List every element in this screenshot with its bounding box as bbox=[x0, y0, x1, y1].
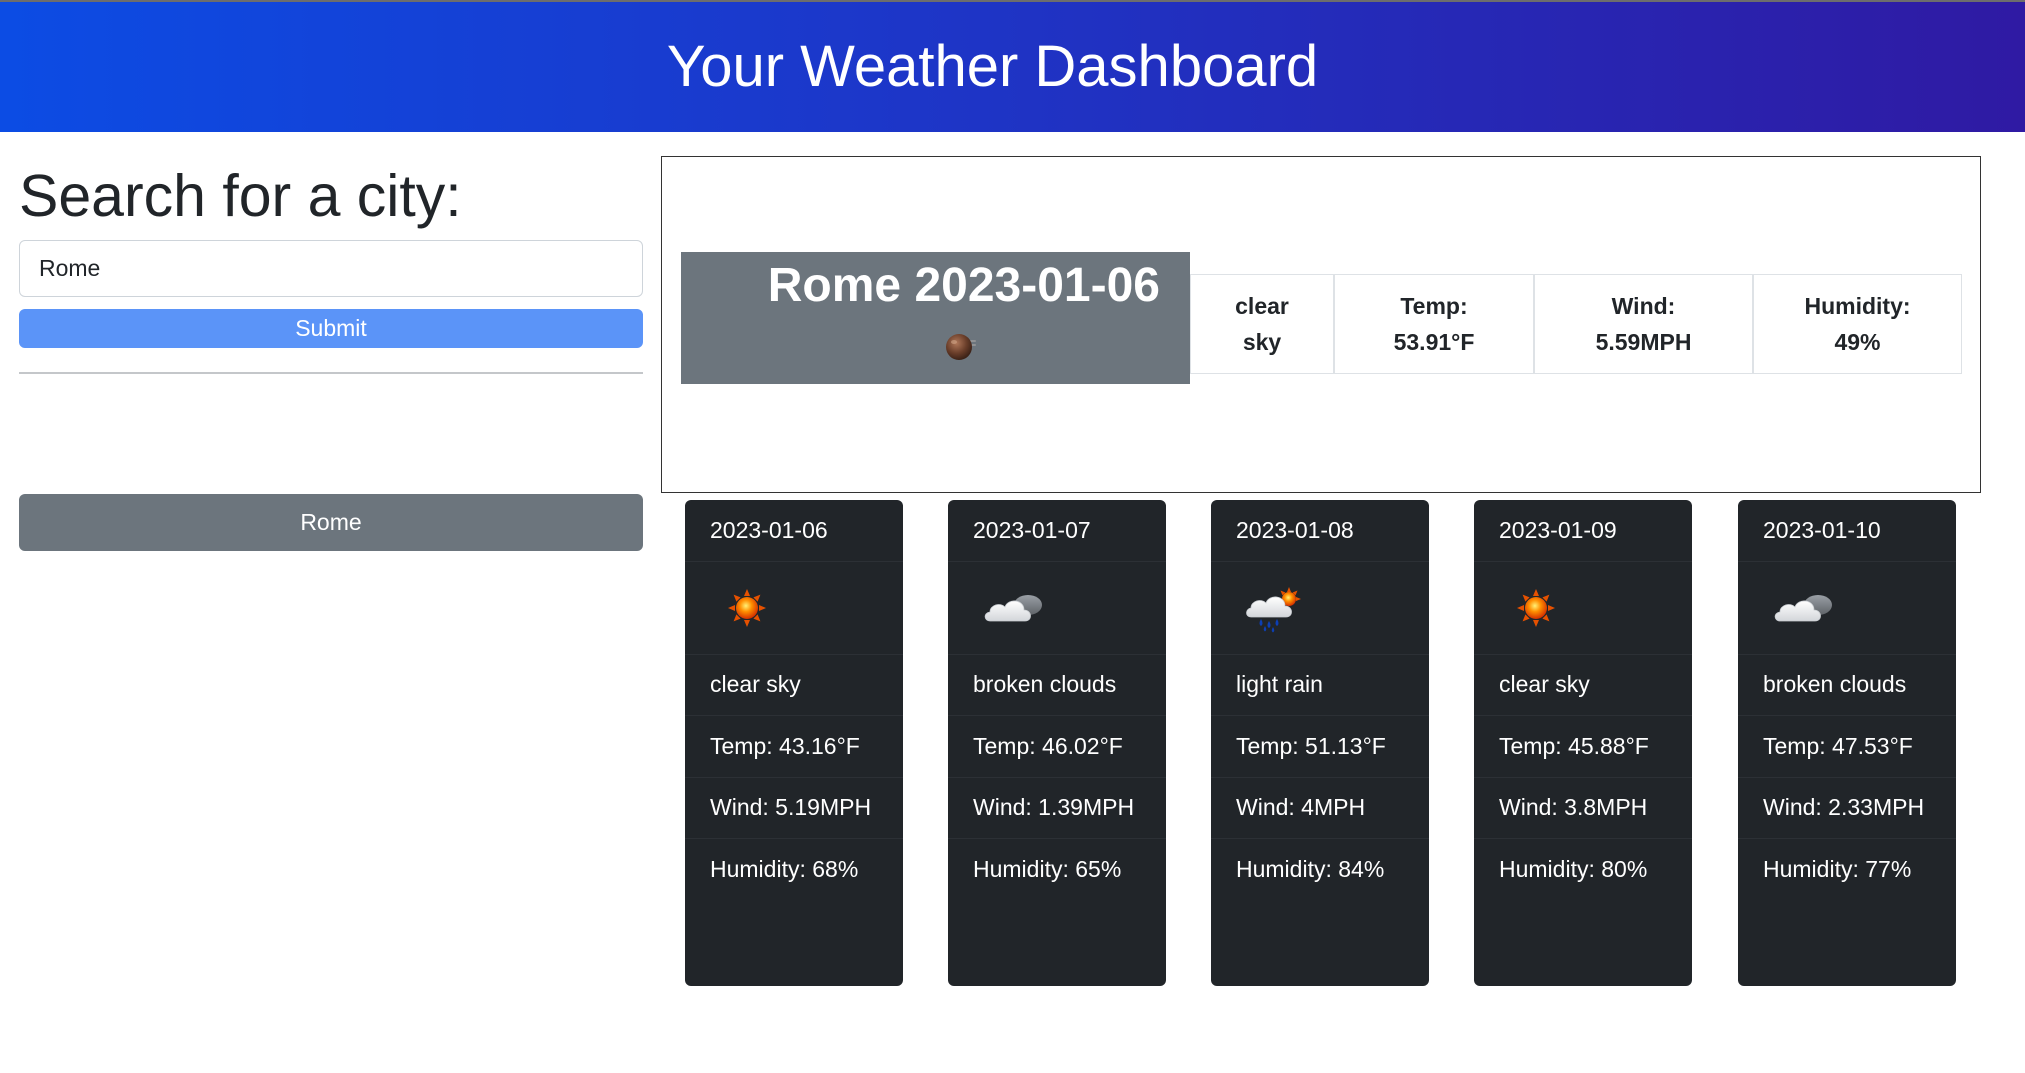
moon-haze-icon bbox=[943, 328, 979, 364]
current-humidity-label: Humidity: bbox=[1804, 293, 1911, 319]
current-city-date: Rome 2023-01-06 bbox=[767, 259, 1160, 312]
current-wind-label: Wind: bbox=[1611, 293, 1676, 319]
current-wind: Wind: 5.59MPH bbox=[1534, 274, 1753, 374]
forecast-icon-row bbox=[1474, 562, 1692, 655]
forecast-description: broken clouds bbox=[948, 655, 1166, 716]
forecast-wind: Wind: 3.8MPH bbox=[1474, 778, 1692, 839]
current-humidity-value: 49% bbox=[1834, 329, 1881, 355]
forecast-date: 2023-01-10 bbox=[1738, 500, 1956, 562]
broken-clouds-icon bbox=[980, 583, 1050, 633]
forecast-wind: Wind: 5.19MPH bbox=[685, 778, 903, 839]
forecast-temp: Temp: 45.88°F bbox=[1474, 716, 1692, 778]
current-description: clear sky bbox=[1190, 274, 1334, 374]
forecast-temp: Temp: 43.16°F bbox=[685, 716, 903, 778]
forecast-humidity: Humidity: 68% bbox=[710, 856, 859, 883]
forecast-card: 2023-01-06 clear sky Temp: 43.16°F Wind:… bbox=[685, 500, 903, 986]
app-header: Your Weather Dashboard bbox=[0, 0, 2025, 132]
history-city-button[interactable]: Rome bbox=[19, 494, 643, 551]
current-temp-value: 53.91°F bbox=[1393, 329, 1475, 355]
current-wind-value: 5.59MPH bbox=[1595, 329, 1692, 355]
forecast-wind: Wind: 2.33MPH bbox=[1738, 778, 1956, 839]
forecast-humidity: Humidity: 65% bbox=[973, 856, 1122, 883]
forecast-humidity: Humidity: 84% bbox=[1236, 856, 1385, 883]
light-rain-icon bbox=[1243, 583, 1313, 633]
forecast-temp: Temp: 47.53°F bbox=[1738, 716, 1956, 778]
sidebar-divider bbox=[19, 372, 643, 374]
forecast-date: 2023-01-08 bbox=[1211, 500, 1429, 562]
forecast-icon-row bbox=[685, 562, 903, 655]
forecast-wind: Wind: 1.39MPH bbox=[948, 778, 1166, 839]
page-title: Your Weather Dashboard bbox=[666, 34, 1319, 99]
forecast-icon-row bbox=[1211, 562, 1429, 655]
forecast-card: 2023-01-08 light rain Temp: 51.13°F Wind… bbox=[1211, 500, 1429, 986]
forecast-date: 2023-01-06 bbox=[685, 500, 903, 562]
current-temp: Temp: 53.91°F bbox=[1334, 274, 1534, 374]
sun-icon bbox=[1506, 583, 1576, 633]
forecast-temp: Temp: 51.13°F bbox=[1211, 716, 1429, 778]
forecast-icon-row bbox=[1738, 562, 1956, 655]
submit-button[interactable]: Submit bbox=[19, 309, 643, 348]
forecast-wind: Wind: 4MPH bbox=[1211, 778, 1429, 839]
search-heading: Search for a city: bbox=[19, 163, 462, 229]
city-search-input[interactable] bbox=[19, 240, 643, 297]
forecast-date: 2023-01-07 bbox=[948, 500, 1166, 562]
forecast-card: 2023-01-09 clear sky Temp: 45.88°F Wind:… bbox=[1474, 500, 1692, 986]
broken-clouds-icon bbox=[1770, 583, 1840, 633]
forecast-description: light rain bbox=[1211, 655, 1429, 716]
forecast-description: broken clouds bbox=[1738, 655, 1956, 716]
current-humidity: Humidity: 49% bbox=[1753, 274, 1962, 374]
forecast-humidity: Humidity: 80% bbox=[1499, 856, 1648, 883]
current-description-line1: clear bbox=[1235, 293, 1289, 319]
current-weather-header: Rome 2023-01-06 bbox=[681, 252, 1190, 384]
forecast-temp: Temp: 46.02°F bbox=[948, 716, 1166, 778]
current-temp-label: Temp: bbox=[1400, 293, 1468, 319]
forecast-card: 2023-01-07 broken clouds Temp: 46.02°F W… bbox=[948, 500, 1166, 986]
forecast-description: clear sky bbox=[1474, 655, 1692, 716]
sun-icon bbox=[717, 583, 787, 633]
forecast-date: 2023-01-09 bbox=[1474, 500, 1692, 562]
current-description-line2: sky bbox=[1242, 329, 1282, 355]
forecast-humidity: Humidity: 77% bbox=[1763, 856, 1912, 883]
forecast-icon-row bbox=[948, 562, 1166, 655]
forecast-description: clear sky bbox=[685, 655, 903, 716]
forecast-card: 2023-01-10 broken clouds Temp: 47.53°F W… bbox=[1738, 500, 1956, 986]
